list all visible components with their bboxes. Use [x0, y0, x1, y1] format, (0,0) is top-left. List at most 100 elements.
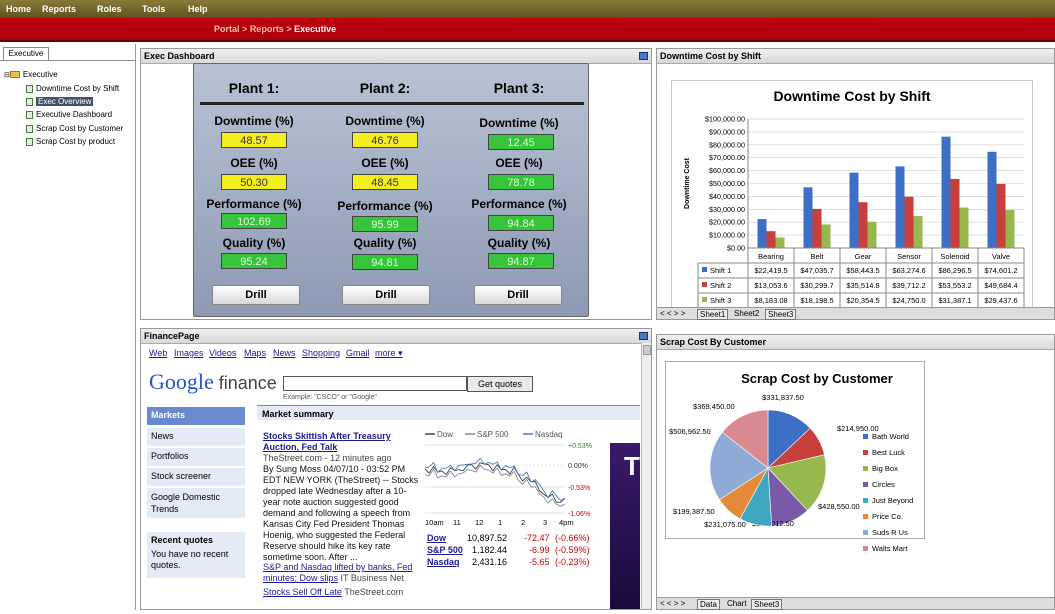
- data-label: $86,296.5: [938, 266, 971, 275]
- bar: [941, 136, 951, 248]
- google-nav-link[interactable]: Shopping: [302, 348, 340, 358]
- bar: [867, 221, 877, 248]
- y-tick-label: $60,000.00: [709, 166, 745, 175]
- tab-chart[interactable]: Chart: [727, 599, 747, 608]
- x-tick-label: 3: [543, 518, 547, 527]
- panel-title: FinancePage: [141, 329, 651, 344]
- get-quotes-button[interactable]: Get quotes: [467, 376, 533, 392]
- panel-title: Downtime Cost by Shift: [657, 49, 1054, 64]
- news-link-3-anchor[interactable]: Stocks Sell Off Late: [263, 587, 342, 597]
- bar: [812, 208, 822, 248]
- news-link-2: S&P and Nasdaq lifted by banks, Fed minu…: [263, 562, 423, 584]
- quote-value: 1,182.44: [472, 545, 508, 555]
- google-nav-link[interactable]: Videos: [209, 348, 236, 358]
- sidebar-item-scrap-product[interactable]: Scrap Cost by product: [26, 137, 115, 146]
- bar: [904, 196, 914, 248]
- plant-2-drill-button[interactable]: Drill: [342, 285, 430, 305]
- tab-data[interactable]: Data: [697, 599, 720, 610]
- data-label: $74,601.2: [984, 266, 1017, 275]
- menu-tools[interactable]: Tools: [142, 4, 165, 14]
- side-domestic-trends[interactable]: Google Domestic Trends: [147, 488, 245, 518]
- menu-roles[interactable]: Roles: [97, 4, 122, 14]
- side-portfolios[interactable]: Portfolios: [147, 448, 245, 466]
- google-finance-logo: Google finance: [149, 369, 277, 395]
- sidebar-item-scrap-customer[interactable]: Scrap Cost by Customer: [26, 124, 123, 133]
- y-tick-label: 0.00%: [568, 463, 588, 470]
- google-nav-link[interactable]: News: [273, 348, 296, 358]
- legend-label: Nasdaq: [535, 430, 563, 439]
- logo-finance: finance: [213, 373, 277, 393]
- google-nav-link[interactable]: Maps: [244, 348, 266, 358]
- y-tick-label: $90,000.00: [709, 127, 745, 136]
- quote-search-input[interactable]: [283, 376, 467, 391]
- plant-3-oee: 78.78: [488, 174, 554, 190]
- sidebar-item-executive-dashboard[interactable]: Executive Dashboard: [26, 110, 112, 119]
- data-label: $58,443.5: [846, 266, 879, 275]
- sidebar-item-downtime-cost[interactable]: Downtime Cost by Shift: [26, 84, 119, 93]
- quote-name[interactable]: Dow: [427, 533, 446, 543]
- search-example: Example: "CSCO" or "Google": [283, 394, 377, 401]
- plant-1-drill-button[interactable]: Drill: [212, 285, 300, 305]
- google-nav-link[interactable]: more ▾: [375, 348, 403, 359]
- data-label: $8,183.08: [754, 296, 787, 305]
- sheet-tabs: < < > > Data Chart Sheet3: [657, 597, 1054, 610]
- recent-quotes-text: You have no recent quotes.: [151, 549, 229, 570]
- side-news[interactable]: News: [147, 428, 245, 446]
- scroll-thumb[interactable]: [643, 345, 651, 355]
- quote-name[interactable]: Nasdaq: [427, 557, 460, 567]
- scrap-pie-chart: Scrap Cost by Customer$331,837.50$214,95…: [669, 371, 913, 551]
- bar: [987, 151, 997, 248]
- exec-dashboard-panel: Exec Dashboard Plant 1: Plant 2: Plant 3…: [140, 48, 652, 320]
- data-label: $31,387.1: [938, 296, 971, 305]
- slice-label: $331,837.50: [762, 393, 804, 402]
- x-tick-label: 4pm: [559, 518, 574, 527]
- vertical-scrollbar[interactable]: [641, 343, 651, 609]
- legend-label: Just Beyond: [872, 496, 913, 505]
- google-nav-link[interactable]: Web: [149, 348, 167, 358]
- crumb-portal[interactable]: Portal: [214, 24, 240, 34]
- menu-reports[interactable]: Reports: [42, 4, 76, 14]
- data-label: $24,750.0: [892, 296, 925, 305]
- sheet-nav[interactable]: < < > >: [660, 599, 685, 608]
- side-markets[interactable]: Markets: [147, 407, 245, 425]
- tab-sheet1[interactable]: Sheet1: [697, 309, 729, 320]
- plant-3-quality: 94.87: [488, 253, 554, 269]
- tree-root[interactable]: ⊟ Executive: [4, 70, 58, 79]
- oee-label: OEE (%): [495, 156, 543, 170]
- recent-quotes-box: Recent quotes You have no recent quotes.: [147, 532, 245, 578]
- sidebar: Executive ⊟ Executive Downtime Cost by Sh…: [0, 44, 136, 610]
- y-tick-label: $0.00: [727, 244, 745, 253]
- y-tick-label: $10,000.00: [709, 231, 745, 240]
- legend-label: Suds R Us: [872, 528, 908, 537]
- side-stock-screener[interactable]: Stock screener: [147, 468, 245, 486]
- sheet-nav[interactable]: < < > >: [660, 309, 685, 318]
- crumb-reports[interactable]: Reports: [250, 24, 284, 34]
- sidebar-item-exec-overview[interactable]: Exec Overview: [26, 97, 94, 106]
- plant-1-title: Plant 1:: [228, 80, 280, 96]
- legend-swatch: [863, 498, 868, 503]
- headline-link[interactable]: Stocks Skittish After Treasury Auction, …: [263, 431, 391, 452]
- sidebar-tab-executive[interactable]: Executive: [3, 47, 49, 60]
- data-label: $20,354.5: [846, 296, 879, 305]
- plant-2-performance: 95.99: [352, 216, 418, 232]
- menu-home[interactable]: Home: [6, 4, 31, 14]
- google-nav-link[interactable]: Gmail: [346, 348, 370, 358]
- chart-title: Downtime Cost by Shift: [773, 88, 930, 104]
- tab-sheet2[interactable]: Sheet2: [734, 309, 759, 318]
- menu-help[interactable]: Help: [188, 4, 208, 14]
- plant-2-title: Plant 2:: [359, 80, 411, 96]
- bar: [803, 187, 813, 248]
- tab-sheet3[interactable]: Sheet3: [765, 309, 797, 320]
- tab-sheet3[interactable]: Sheet3: [751, 599, 783, 610]
- legend-label: Big Box: [872, 464, 898, 473]
- maximize-icon[interactable]: [639, 332, 648, 340]
- market-mini-chart: Dow S&P 500 Nasdaq +0.53% 0.00% -0.53% -1.06% 1…: [425, 430, 592, 527]
- google-nav-link[interactable]: Images: [174, 348, 204, 358]
- quality-label: Quality (%): [487, 236, 551, 250]
- slice-label: $369,450.00: [693, 402, 735, 411]
- quote-name[interactable]: S&P 500: [427, 545, 463, 555]
- advertisement-image[interactable]: T: [610, 443, 640, 609]
- logo-google: Google: [149, 369, 214, 394]
- plant-3-drill-button[interactable]: Drill: [474, 285, 562, 305]
- maximize-icon[interactable]: [639, 52, 648, 60]
